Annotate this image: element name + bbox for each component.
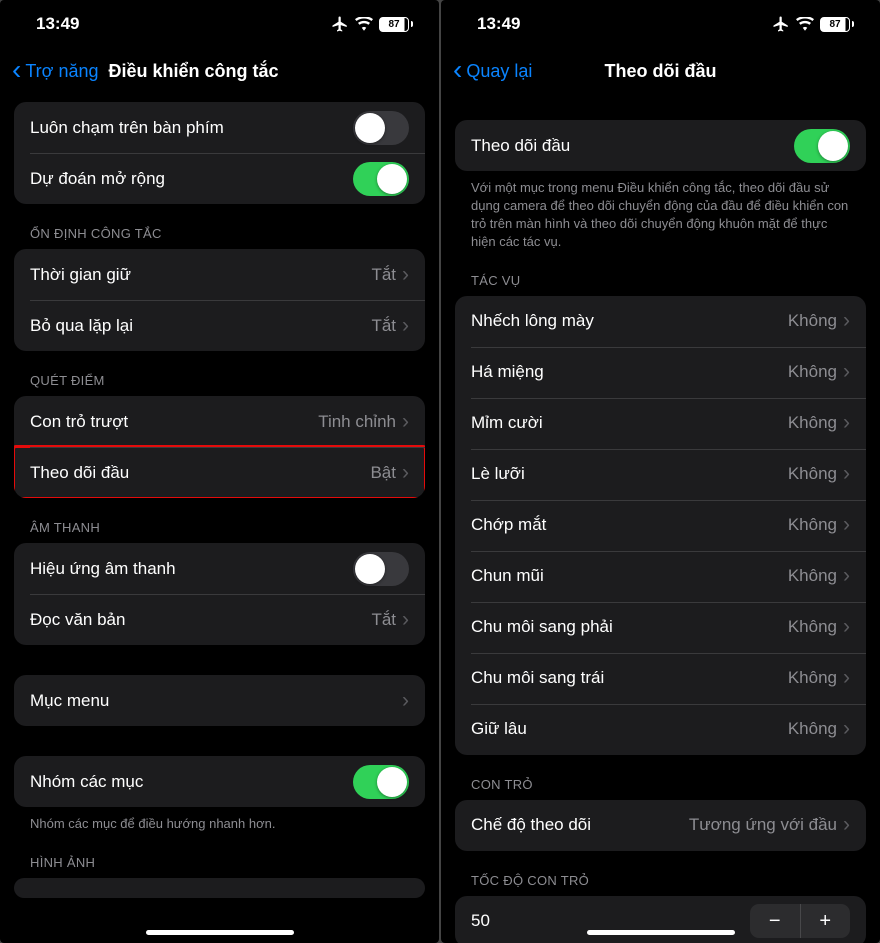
group-keyboard: Luôn chạm trên bàn phím Dự đoán mở rộng [14,102,425,204]
row-open-mouth[interactable]: Há miệng Không › [455,347,866,398]
status-right: 87 [331,15,413,33]
chevron-right-icon: › [402,689,409,713]
row-dwell[interactable]: Giữ lâu Không › [455,704,866,755]
row-smile[interactable]: Mỉm cười Không › [455,398,866,449]
chevron-right-icon: › [402,608,409,632]
back-label: Quay lại [466,61,532,82]
footer-group-items: Nhóm các mục để điều hướng nhanh hơn. [14,807,425,833]
chevron-left-icon: ‹ [453,56,462,84]
status-bar: 13:49 87 [0,0,439,48]
row-group-items[interactable]: Nhóm các mục [14,756,425,807]
header-pointer: CON TRỎ [455,755,866,800]
toggle-sound-effects[interactable] [353,552,409,586]
row-speech[interactable]: Đọc văn bản Tắt › [14,594,425,645]
back-button[interactable]: ‹ Trợ năng [12,59,99,84]
header-actions: TÁC VỤ [455,251,866,296]
nav-header: ‹ Trợ năng Điều khiển công tắc [0,48,439,94]
toggle-extended-predict[interactable] [353,162,409,196]
status-bar: 13:49 87 [441,0,880,48]
header-audio: ÂM THANH [14,498,425,543]
header-stability: ỔN ĐỊNH CÔNG TẮC [14,204,425,249]
speed-value: 50 [471,911,750,931]
chevron-right-icon: › [843,462,850,486]
row-menu-items[interactable]: Mục menu › [14,675,425,726]
home-indicator[interactable] [146,930,294,935]
settings-scroll[interactable]: Luôn chạm trên bàn phím Dự đoán mở rộng … [0,94,439,943]
row-extended-predict[interactable]: Dự đoán mở rộng [14,153,425,204]
chevron-right-icon: › [843,813,850,837]
row-stick-tongue[interactable]: Lè lưỡi Không › [455,449,866,500]
airplane-icon [331,15,349,33]
chevron-right-icon: › [402,263,409,287]
chevron-right-icon: › [402,314,409,338]
group-scan: Con trỏ trượt Tinh chỉnh › Theo dõi đầu … [14,396,425,498]
chevron-right-icon: › [843,717,850,741]
row-pucker-right[interactable]: Chu môi sang phải Không › [455,602,866,653]
group-menu-items: Mục menu › [14,675,425,726]
home-indicator[interactable] [587,930,735,935]
wifi-icon [355,17,373,31]
status-time: 13:49 [477,14,520,34]
speed-stepper[interactable]: − + [750,904,850,938]
footer-main: Với một mục trong menu Điều khiển công t… [455,171,866,251]
stepper-minus[interactable]: − [750,904,800,938]
header-scan: QUÉT ĐIỂM [14,351,425,396]
row-head-tracking[interactable]: Theo dõi đầu Bật › [14,447,425,498]
page-title: Theo dõi đầu [605,61,717,81]
group-audio: Hiệu ứng âm thanh Đọc văn bản Tắt › [14,543,425,645]
chevron-right-icon: › [843,513,850,537]
group-group-items: Nhóm các mục [14,756,425,807]
row-raise-eyebrows[interactable]: Nhếch lông mày Không › [455,296,866,347]
row-gliding-cursor[interactable]: Con trỏ trượt Tinh chỉnh › [14,396,425,447]
toggle-head-tracking[interactable] [794,129,850,163]
group-actions: Nhếch lông mày Không › Há miệng Không › … [455,296,866,755]
row-blink[interactable]: Chớp mắt Không › [455,500,866,551]
back-label: Trợ năng [25,61,98,82]
back-button[interactable]: ‹ Quay lại [453,59,532,84]
chevron-left-icon: ‹ [12,56,21,84]
wifi-icon [796,17,814,31]
group-main: Theo dõi đầu [455,120,866,171]
toggle-group-items[interactable] [353,765,409,799]
row-head-tracking-toggle[interactable]: Theo dõi đầu [455,120,866,171]
group-stability: Thời gian giữ Tắt › Bỏ qua lặp lại Tắt › [14,249,425,351]
status-right: 87 [772,15,854,33]
chevron-right-icon: › [843,360,850,384]
chevron-right-icon: › [843,615,850,639]
chevron-right-icon: › [843,666,850,690]
row-hold-duration[interactable]: Thời gian giữ Tắt › [14,249,425,300]
row-scrunch-nose[interactable]: Chun mũi Không › [455,551,866,602]
row-pointer-speed: 50 − + [455,896,866,943]
group-speed: 50 − + [455,896,866,943]
phone-right: 13:49 87 ‹ Quay lại Theo dõi đầu Theo dõ… [441,0,880,943]
nav-header: ‹ Quay lại Theo dõi đầu [441,48,880,94]
row-sound-effects[interactable]: Hiệu ứng âm thanh [14,543,425,594]
chevron-right-icon: › [843,309,850,333]
settings-scroll[interactable]: Theo dõi đầu Với một mục trong menu Điều… [441,94,880,943]
page-title: Điều khiển công tắc [109,61,279,81]
battery-icon: 87 [379,17,413,32]
row-tracking-mode[interactable]: Chế độ theo dõi Tương ứng với đầu › [455,800,866,851]
phone-left: 13:49 87 ‹ Trợ năng Điều khiển công tắc … [0,0,439,943]
chevron-right-icon: › [402,461,409,485]
toggle-always-tap[interactable] [353,111,409,145]
stepper-plus[interactable]: + [801,904,851,938]
chevron-right-icon: › [843,564,850,588]
battery-icon: 87 [820,17,854,32]
group-image [14,878,425,898]
airplane-icon [772,15,790,33]
header-image: HÌNH ẢNH [14,833,425,878]
row-always-tap[interactable]: Luôn chạm trên bàn phím [14,102,425,153]
status-time: 13:49 [36,14,79,34]
chevron-right-icon: › [843,411,850,435]
row-ignore-repeat[interactable]: Bỏ qua lặp lại Tắt › [14,300,425,351]
group-pointer: Chế độ theo dõi Tương ứng với đầu › [455,800,866,851]
chevron-right-icon: › [402,410,409,434]
header-speed: TỐC ĐỘ CON TRỎ [455,851,866,896]
row-pucker-left[interactable]: Chu môi sang trái Không › [455,653,866,704]
